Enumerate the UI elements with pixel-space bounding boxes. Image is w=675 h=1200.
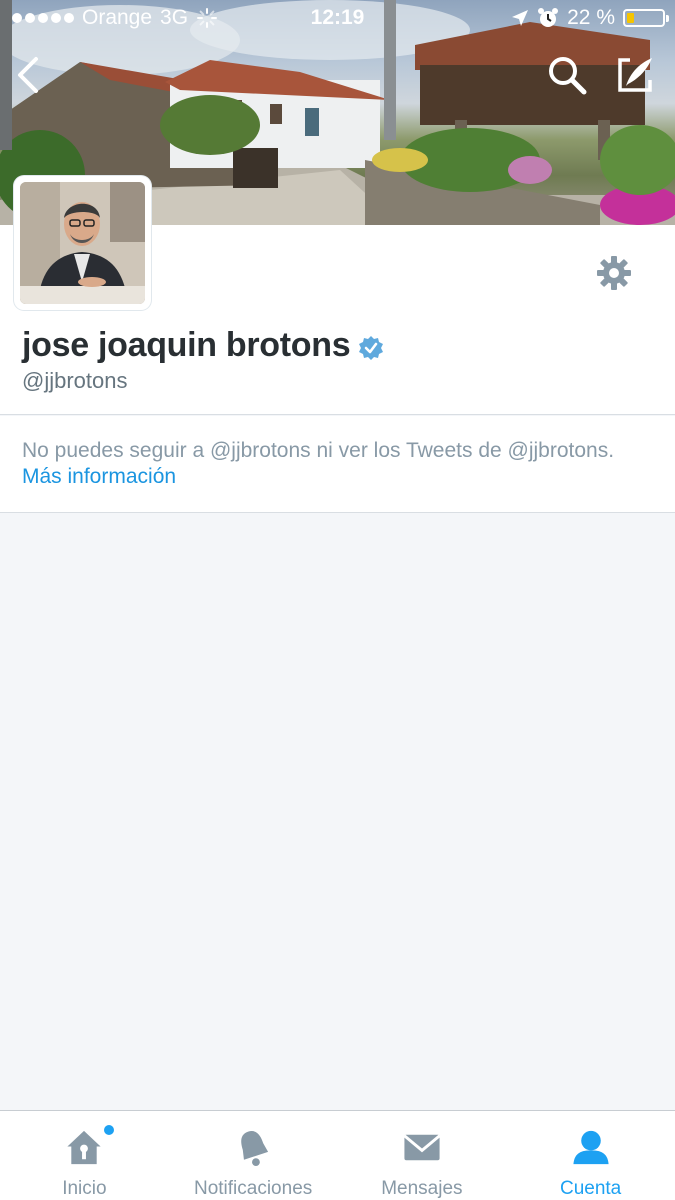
search-icon [549, 57, 587, 95]
tab-mensajes[interactable]: Mensajes [338, 1111, 507, 1200]
location-arrow-icon [512, 10, 529, 26]
compose-icon [618, 58, 652, 92]
tab-notificaciones[interactable]: Notificaciones [169, 1111, 338, 1200]
profile-name-row: jose joaquin brotons [22, 326, 384, 365]
status-bar: Orange 3G 12:19 22 % [0, 0, 675, 40]
person-icon [573, 1130, 609, 1165]
tab-label-notificaciones: Notificaciones [193, 1178, 313, 1199]
compose-button[interactable] [614, 54, 656, 96]
avatar[interactable] [14, 176, 151, 310]
battery-percent: 22 % [567, 6, 615, 29]
blocked-notice-text: No puedes seguir a @jjbrotons ni ver los… [22, 439, 615, 462]
alarm-clock-icon [538, 8, 559, 27]
profile-handle: @jjbrotons [22, 368, 128, 393]
envelope-icon [403, 1134, 441, 1161]
tab-label-cuenta: Cuenta [559, 1178, 622, 1199]
battery-level-fill [627, 13, 634, 23]
home-icon [67, 1130, 101, 1165]
chevron-left-icon [18, 57, 38, 93]
status-right: 22 % [511, 6, 669, 30]
home-unread-badge [104, 1125, 114, 1135]
tab-cuenta[interactable]: Cuenta [506, 1111, 675, 1200]
avatar-photo [20, 182, 145, 304]
blocked-notice: No puedes seguir a @jjbrotons ni ver los… [0, 416, 675, 513]
tab-inicio[interactable]: Inicio [0, 1111, 169, 1200]
verified-badge-icon [359, 335, 384, 360]
more-info-link[interactable]: Más información [22, 465, 176, 488]
tab-label-inicio: Inicio [62, 1178, 107, 1199]
bell-icon [241, 1131, 269, 1167]
battery-icon [623, 9, 669, 27]
tab-label-mensajes: Mensajes [381, 1178, 463, 1199]
tab-bar: Inicio Notificaciones Mensajes Cuenta [0, 1110, 675, 1200]
profile-name: jose joaquin brotons [22, 326, 351, 364]
search-button[interactable] [546, 54, 588, 96]
back-button[interactable] [12, 55, 46, 95]
gear-icon [597, 256, 631, 290]
settings-button[interactable] [594, 253, 634, 293]
